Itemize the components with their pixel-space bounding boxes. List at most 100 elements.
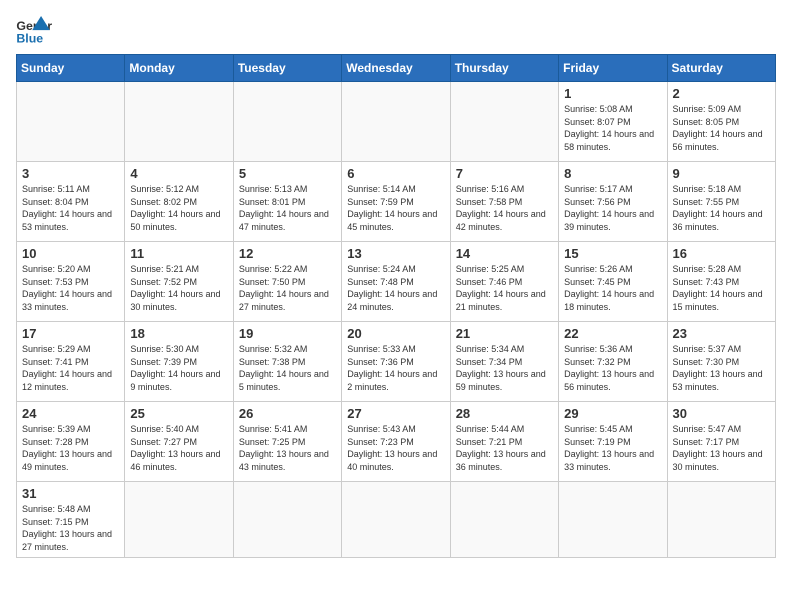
calendar-cell: 13 Sunrise: 5:24 AM Sunset: 7:48 PM Dayli… — [342, 242, 450, 322]
calendar-cell — [17, 82, 125, 162]
day-info: Sunrise: 5:30 AM Sunset: 7:39 PM Dayligh… — [130, 343, 227, 393]
calendar-cell: 31Sunrise: 5:48 AM Sunset: 7:15 PM Dayli… — [17, 482, 125, 558]
day-info: Sunrise: 5:39 AM Sunset: 7:28 PM Dayligh… — [22, 423, 119, 473]
day-number: 12 — [239, 246, 336, 261]
calendar-week-row: 1 Sunrise: 5:08 AM Sunset: 8:07 PM Daylig… — [17, 82, 776, 162]
day-info: Sunrise: 5:08 AM Sunset: 8:07 PM Dayligh… — [564, 103, 661, 153]
svg-text:Blue: Blue — [16, 31, 43, 45]
day-info: Sunrise: 5:40 AM Sunset: 7:27 PM Dayligh… — [130, 423, 227, 473]
day-info: Sunrise: 5:41 AM Sunset: 7:25 PM Dayligh… — [239, 423, 336, 473]
calendar-cell: 4Sunrise: 5:12 AM Sunset: 8:02 PM Daylig… — [125, 162, 233, 242]
calendar-cell: 18 Sunrise: 5:30 AM Sunset: 7:39 PM Dayli… — [125, 322, 233, 402]
calendar-cell — [125, 82, 233, 162]
day-info: Sunrise: 5:29 AM Sunset: 7:41 PM Dayligh… — [22, 343, 119, 393]
day-number: 14 — [456, 246, 553, 261]
calendar-week-row: 17 Sunrise: 5:29 AM Sunset: 7:41 PM Dayli… — [17, 322, 776, 402]
calendar-cell: 28 Sunrise: 5:44 AM Sunset: 7:21 PM Dayli… — [450, 402, 558, 482]
day-info: Sunrise: 5:21 AM Sunset: 7:52 PM Dayligh… — [130, 263, 227, 313]
calendar-cell: 24 Sunrise: 5:39 AM Sunset: 7:28 PM Dayli… — [17, 402, 125, 482]
day-info: Sunrise: 5:34 AM Sunset: 7:34 PM Dayligh… — [456, 343, 553, 393]
day-number: 10 — [22, 246, 119, 261]
calendar-week-row: 10 Sunrise: 5:20 AM Sunset: 7:53 PM Dayli… — [17, 242, 776, 322]
calendar-cell: 8Sunrise: 5:17 AM Sunset: 7:56 PM Daylig… — [559, 162, 667, 242]
day-info: Sunrise: 5:32 AM Sunset: 7:38 PM Dayligh… — [239, 343, 336, 393]
day-info: Sunrise: 5:14 AM Sunset: 7:59 PM Dayligh… — [347, 183, 444, 233]
day-number: 26 — [239, 406, 336, 421]
calendar-cell: 7Sunrise: 5:16 AM Sunset: 7:58 PM Daylig… — [450, 162, 558, 242]
day-info: Sunrise: 5:47 AM Sunset: 7:17 PM Dayligh… — [673, 423, 770, 473]
day-number: 8 — [564, 166, 661, 181]
day-number: 5 — [239, 166, 336, 181]
calendar-cell: 23Sunrise: 5:37 AM Sunset: 7:30 PM Dayli… — [667, 322, 775, 402]
day-number: 28 — [456, 406, 553, 421]
day-info: Sunrise: 5:44 AM Sunset: 7:21 PM Dayligh… — [456, 423, 553, 473]
calendar-cell: 11 Sunrise: 5:21 AM Sunset: 7:52 PM Dayli… — [125, 242, 233, 322]
day-number: 15 — [564, 246, 661, 261]
calendar-cell — [233, 482, 341, 558]
calendar-cell — [125, 482, 233, 558]
day-number: 30 — [673, 406, 770, 421]
weekday-header-row: SundayMondayTuesdayWednesdayThursdayFrid… — [17, 55, 776, 82]
day-number: 7 — [456, 166, 553, 181]
day-number: 6 — [347, 166, 444, 181]
day-number: 27 — [347, 406, 444, 421]
day-number: 21 — [456, 326, 553, 341]
weekday-header-wednesday: Wednesday — [342, 55, 450, 82]
day-number: 22 — [564, 326, 661, 341]
day-info: Sunrise: 5:33 AM Sunset: 7:36 PM Dayligh… — [347, 343, 444, 393]
day-number: 24 — [22, 406, 119, 421]
weekday-header-thursday: Thursday — [450, 55, 558, 82]
calendar-cell: 30 Sunrise: 5:47 AM Sunset: 7:17 PM Dayli… — [667, 402, 775, 482]
calendar-week-row: 31Sunrise: 5:48 AM Sunset: 7:15 PM Dayli… — [17, 482, 776, 558]
day-info: Sunrise: 5:18 AM Sunset: 7:55 PM Dayligh… — [673, 183, 770, 233]
weekday-header-monday: Monday — [125, 55, 233, 82]
day-info: Sunrise: 5:24 AM Sunset: 7:48 PM Dayligh… — [347, 263, 444, 313]
calendar-cell: 15 Sunrise: 5:26 AM Sunset: 7:45 PM Dayli… — [559, 242, 667, 322]
day-info: Sunrise: 5:11 AM Sunset: 8:04 PM Dayligh… — [22, 183, 119, 233]
day-info: Sunrise: 5:13 AM Sunset: 8:01 PM Dayligh… — [239, 183, 336, 233]
calendar-cell: 5 Sunrise: 5:13 AM Sunset: 8:01 PM Daylig… — [233, 162, 341, 242]
day-info: Sunrise: 5:36 AM Sunset: 7:32 PM Dayligh… — [564, 343, 661, 393]
calendar-cell — [450, 482, 558, 558]
day-info: Sunrise: 5:20 AM Sunset: 7:53 PM Dayligh… — [22, 263, 119, 313]
day-number: 13 — [347, 246, 444, 261]
day-info: Sunrise: 5:22 AM Sunset: 7:50 PM Dayligh… — [239, 263, 336, 313]
day-number: 1 — [564, 86, 661, 101]
calendar-cell: 2Sunrise: 5:09 AM Sunset: 8:05 PM Daylig… — [667, 82, 775, 162]
calendar-cell — [342, 482, 450, 558]
calendar-cell: 26 Sunrise: 5:41 AM Sunset: 7:25 PM Dayli… — [233, 402, 341, 482]
page-header: General Blue — [16, 16, 776, 46]
calendar-cell: 12 Sunrise: 5:22 AM Sunset: 7:50 PM Dayli… — [233, 242, 341, 322]
calendar-cell: 10 Sunrise: 5:20 AM Sunset: 7:53 PM Dayli… — [17, 242, 125, 322]
weekday-header-sunday: Sunday — [17, 55, 125, 82]
logo: General Blue — [16, 16, 52, 46]
calendar-cell: 16Sunrise: 5:28 AM Sunset: 7:43 PM Dayli… — [667, 242, 775, 322]
calendar-cell: 3Sunrise: 5:11 AM Sunset: 8:04 PM Daylig… — [17, 162, 125, 242]
day-number: 20 — [347, 326, 444, 341]
calendar-cell: 17 Sunrise: 5:29 AM Sunset: 7:41 PM Dayli… — [17, 322, 125, 402]
calendar-cell: 9 Sunrise: 5:18 AM Sunset: 7:55 PM Daylig… — [667, 162, 775, 242]
day-number: 25 — [130, 406, 227, 421]
day-info: Sunrise: 5:37 AM Sunset: 7:30 PM Dayligh… — [673, 343, 770, 393]
day-number: 18 — [130, 326, 227, 341]
day-info: Sunrise: 5:28 AM Sunset: 7:43 PM Dayligh… — [673, 263, 770, 313]
calendar-cell: 22 Sunrise: 5:36 AM Sunset: 7:32 PM Dayli… — [559, 322, 667, 402]
calendar-cell — [559, 482, 667, 558]
calendar-cell: 1 Sunrise: 5:08 AM Sunset: 8:07 PM Daylig… — [559, 82, 667, 162]
day-info: Sunrise: 5:25 AM Sunset: 7:46 PM Dayligh… — [456, 263, 553, 313]
day-number: 17 — [22, 326, 119, 341]
day-number: 9 — [673, 166, 770, 181]
day-info: Sunrise: 5:26 AM Sunset: 7:45 PM Dayligh… — [564, 263, 661, 313]
day-number: 31 — [22, 486, 119, 501]
weekday-header-saturday: Saturday — [667, 55, 775, 82]
day-number: 11 — [130, 246, 227, 261]
weekday-header-tuesday: Tuesday — [233, 55, 341, 82]
day-info: Sunrise: 5:12 AM Sunset: 8:02 PM Dayligh… — [130, 183, 227, 233]
day-number: 19 — [239, 326, 336, 341]
calendar-week-row: 3Sunrise: 5:11 AM Sunset: 8:04 PM Daylig… — [17, 162, 776, 242]
calendar-cell: 25 Sunrise: 5:40 AM Sunset: 7:27 PM Dayli… — [125, 402, 233, 482]
calendar-table: SundayMondayTuesdayWednesdayThursdayFrid… — [16, 54, 776, 558]
day-number: 29 — [564, 406, 661, 421]
calendar-cell: 20 Sunrise: 5:33 AM Sunset: 7:36 PM Dayli… — [342, 322, 450, 402]
calendar-cell: 29Sunrise: 5:45 AM Sunset: 7:19 PM Dayli… — [559, 402, 667, 482]
